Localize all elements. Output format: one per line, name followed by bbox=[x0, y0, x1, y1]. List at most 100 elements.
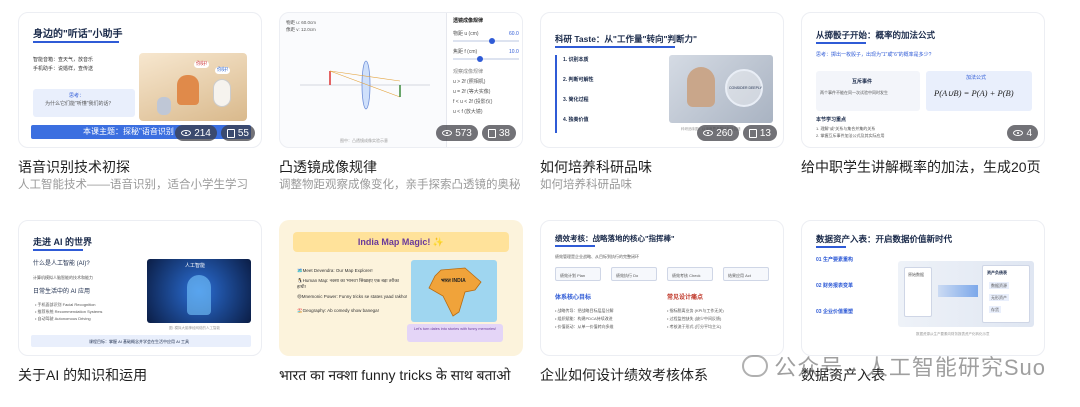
slide-underline bbox=[33, 249, 83, 251]
smart-speaker bbox=[157, 97, 171, 115]
flow-step: 绩效计划 Plan bbox=[555, 267, 601, 281]
card-title[interactable]: 给中职学生讲解概率的加法，生成20页 bbox=[801, 158, 1045, 176]
views-count: 4 bbox=[1026, 127, 1032, 139]
card-thumbnail[interactable]: 数据资产入表：开启数据价值新时代 01 生产要素重构 02 财务报表变革 03 … bbox=[801, 220, 1045, 356]
focal-slider[interactable] bbox=[453, 56, 519, 62]
flow-arrow bbox=[938, 285, 978, 297]
card-thumbnail[interactable]: 绩效考核：战略落地的核心"指挥棒" 绩效管理是企业战略、从目标到执行的完整闭环 … bbox=[540, 220, 784, 356]
lens-diagram bbox=[300, 60, 430, 110]
param-label: 焦距 f (cm) bbox=[453, 49, 478, 55]
goal-item: 2. 掌握互斥事件加法公式及其实际应用 bbox=[816, 133, 885, 138]
card-title[interactable]: 数据资产入表 bbox=[801, 366, 1045, 384]
box-text: 两个事件不能在同一次试验中同时发生 bbox=[820, 90, 888, 95]
card-stats: 260 13 bbox=[697, 125, 777, 141]
pages-count: 13 bbox=[759, 127, 771, 139]
section-item: • 战略传导：把战略目标层层分解 bbox=[555, 308, 614, 313]
goal-banner: 课程目标：掌握 AI 基础概念并学会在生活中应用 AI 工具 bbox=[31, 335, 251, 347]
human-silhouette bbox=[187, 275, 211, 315]
card-thumbnail[interactable]: India Map Magic! ✨ 🗺️Meet Devendra: Our … bbox=[279, 220, 523, 356]
template-card[interactable]: 走进 AI 的世界 什么是人工智能 (AI)? 计算机模拟人脑智能的技术和能力 … bbox=[18, 220, 262, 384]
goals-label: 本节学习重点 bbox=[816, 117, 847, 123]
panel-label: 原始数据 bbox=[908, 272, 924, 277]
template-card[interactable]: India Map Magic! ✨ 🗺️Meet Devendra: Our … bbox=[279, 220, 523, 384]
app-item: • 自动驾驶 Autonomous Driving bbox=[35, 316, 91, 321]
views-count: 214 bbox=[194, 127, 211, 139]
timeline-bar bbox=[555, 55, 557, 133]
sheet-row: 无形资产 bbox=[989, 294, 1009, 301]
card-subtitle: 人工智能技术——语音识别，适合小学生学习 bbox=[18, 179, 248, 191]
template-card[interactable]: 数据资产入表：开启数据价值新时代 01 生产要素重构 02 财务报表变革 03 … bbox=[801, 220, 1045, 384]
option-item[interactable]: u < f (放大镜) bbox=[453, 109, 483, 116]
slide-item: 02 财务报表变革 bbox=[816, 283, 853, 289]
option-item[interactable]: f < u < 2f (投影仪) bbox=[453, 99, 492, 106]
balance-sheet-panel: 资产负债表 数据资源 无形资产 存货 bbox=[982, 265, 1030, 323]
slide-item: 01 生产要素重构 bbox=[816, 257, 853, 263]
definition-box: 互斥事件 两个事件不能在同一次试验中同时发生 bbox=[816, 71, 920, 111]
views-badge: 4 bbox=[1007, 125, 1038, 141]
card-thumbnail[interactable]: 物距 u: 60.0cm 像距 v: 12.0cm 图中：凸透镜成像实验示意 透… bbox=[279, 12, 523, 148]
pdca-flow: 绩效计划 Plan 绩效执行 Do 绩效考核 Check 结果应用 Act bbox=[555, 267, 771, 281]
slide-line: 🐧Human Map: नक्शा का 'मानव'! सिखाइए एक ब… bbox=[297, 278, 399, 289]
card-title[interactable]: भारत का नक्शा funny tricks के साथ बताओ bbox=[279, 366, 523, 384]
card-thumbnail[interactable]: 从掷骰子开始：概率的加法公式 思考：掷出一枚骰子，出现为"1"或"6"的概率是多… bbox=[801, 12, 1045, 148]
card-subtitle: 如何培养科研品味 bbox=[540, 179, 632, 191]
question-text: 为什么它们能"听懂"我们的话？ bbox=[45, 101, 114, 107]
eye-icon bbox=[1013, 130, 1024, 136]
image-label: 人工智能 bbox=[185, 263, 206, 269]
template-card[interactable]: 科研 Taste：从"工作量"转向"判断力" 1. 识别本质 2. 判断可解性 … bbox=[540, 12, 784, 192]
india-map-shape bbox=[428, 267, 482, 317]
card-title[interactable]: 凸透镜成像规律 bbox=[279, 158, 523, 176]
note-box: Let's turn dates into stories with funny… bbox=[407, 324, 503, 342]
pages-count: 38 bbox=[498, 127, 510, 139]
template-card[interactable]: 从掷骰子开始：概率的加法公式 思考：掷出一枚骰子，出现为"1"或"6"的概率是多… bbox=[801, 12, 1045, 176]
eye-icon bbox=[703, 130, 714, 136]
card-thumbnail[interactable]: 走进 AI 的世界 什么是人工智能 (AI)? 计算机模拟人脑智能的技术和能力 … bbox=[18, 220, 262, 356]
banner-text: 本课主题：探秘"语音识别 bbox=[83, 127, 174, 136]
option-item[interactable]: u = 2f (等大实像) bbox=[453, 89, 490, 96]
slide-underline bbox=[816, 42, 866, 44]
slider-thumb[interactable] bbox=[477, 56, 483, 62]
readout-text: 物距 u: 60.0cm bbox=[286, 20, 317, 25]
card-thumbnail[interactable]: 身边的"听话"小助手 智能音箱：查天气，放音乐 手机助手：说婚样，查传送 思考：… bbox=[18, 12, 262, 148]
option-item[interactable]: u > 2f (照相机) bbox=[453, 79, 485, 86]
panel-title: 透镜成像规律 bbox=[453, 18, 484, 24]
template-card[interactable]: 物距 u: 60.0cm 像距 v: 12.0cm 图中：凸透镜成像实验示意 透… bbox=[279, 12, 523, 192]
box-title: 加法公式 bbox=[966, 75, 987, 81]
views-badge: 260 bbox=[697, 125, 739, 141]
slide-underline bbox=[33, 41, 119, 43]
card-thumbnail[interactable]: 科研 Taste：从"工作量"转向"判断力" 1. 识别本质 2. 判断可解性 … bbox=[540, 12, 784, 148]
document-icon bbox=[226, 128, 235, 138]
pages-count: 55 bbox=[237, 127, 249, 139]
card-title[interactable]: 企业如何设计绩效考核体系 bbox=[540, 366, 784, 384]
slide-item: 03 企业价值重塑 bbox=[816, 309, 853, 315]
sheet-row: 存货 bbox=[989, 306, 1001, 313]
section-item: • 价值驱动：从单一价值转向多维 bbox=[555, 324, 614, 329]
slide-question: 日常生活中的 AI 应用 bbox=[33, 289, 91, 295]
app-item: • 手机面部识别 Facial Recognition bbox=[35, 302, 96, 307]
views-badge: 214 bbox=[175, 125, 217, 141]
question-box: 思考： 为什么它们能"听懂"我们的话？ bbox=[33, 89, 135, 117]
pages-badge: 55 bbox=[220, 125, 255, 141]
template-card[interactable]: 身边的"听话"小助手 智能音箱：查天气，放音乐 手机助手：说婚样，查传送 思考：… bbox=[18, 12, 262, 192]
flow-step: 绩效执行 Do bbox=[611, 267, 657, 281]
views-count: 573 bbox=[455, 127, 472, 139]
note-text: Let's turn dates into stories with funny… bbox=[413, 327, 497, 331]
slider-thumb[interactable] bbox=[489, 38, 495, 44]
badge-text: CONSIDER DEEPLY bbox=[729, 86, 762, 90]
slide-item: 2. 判断可解性 bbox=[563, 77, 594, 83]
template-card[interactable]: 绩效考核：战略落地的核心"指挥棒" 绩效管理是企业战略、从目标到执行的完整闭环 … bbox=[540, 220, 784, 384]
card-title[interactable]: 语音识别技术初探 bbox=[18, 158, 262, 176]
card-subtitle: 调整物距观察成像变化，亲手探索凸透镜的奥秘 bbox=[279, 179, 521, 191]
slide-line: 🗺️Meet Devendra: Our Map Explorer! bbox=[297, 268, 373, 273]
researcher-photo: CONSIDER DEEPLY bbox=[669, 55, 773, 123]
distance-slider[interactable] bbox=[453, 38, 519, 44]
eye-icon bbox=[442, 130, 453, 136]
slide-line: 😄Mnemonic Power: Funny tricks se states … bbox=[297, 294, 408, 299]
slide-question: 思考：掷出一枚骰子，出现为"1"或"6"的概率是多少? bbox=[816, 52, 932, 58]
card-title[interactable]: 关于AI 的知识和运用 bbox=[18, 366, 262, 384]
speech-bubble: 你好! bbox=[215, 67, 231, 74]
card-title[interactable]: 如何培养科研品味 bbox=[540, 158, 784, 176]
map-label: भारत INDIA bbox=[441, 278, 466, 284]
slide-underline bbox=[555, 245, 595, 247]
slide-underline bbox=[816, 246, 846, 248]
